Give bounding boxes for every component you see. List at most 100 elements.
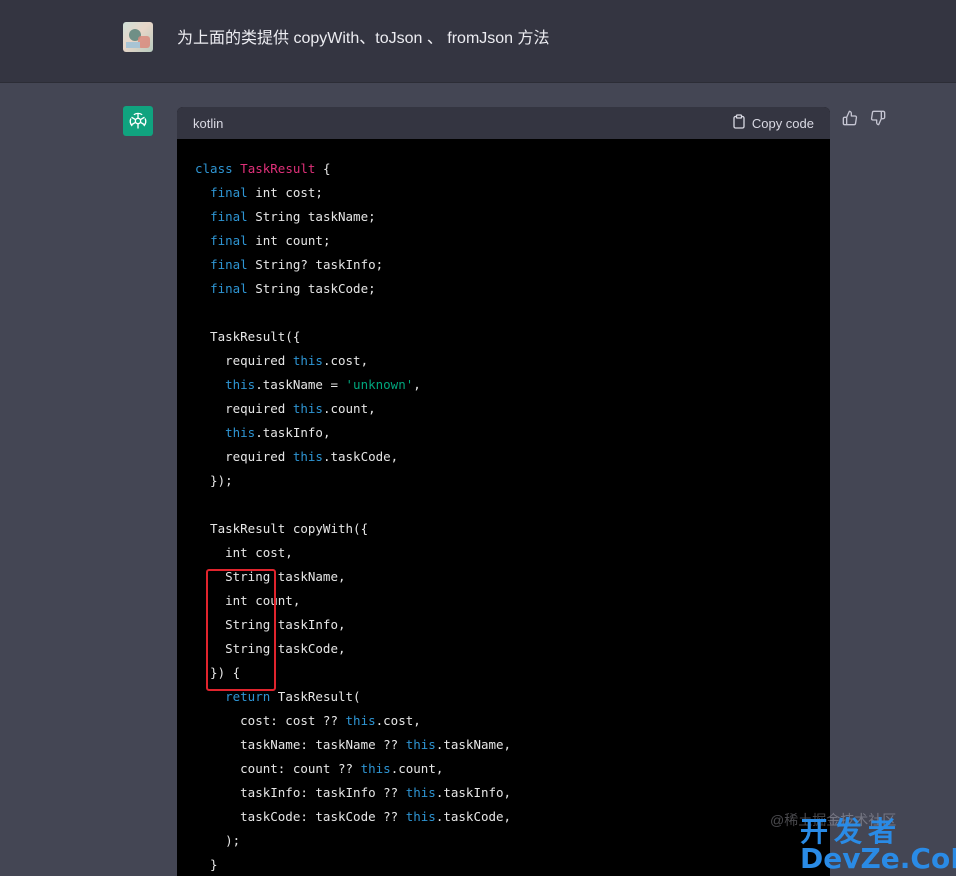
code-line: cost: cost ?? this.cost, xyxy=(195,709,830,733)
code-token: .taskInfo, xyxy=(255,425,331,440)
code-token: .count, xyxy=(390,761,444,776)
code-token: , xyxy=(413,377,421,392)
code-token: TaskResult xyxy=(240,161,316,176)
code-token: int cost, xyxy=(195,545,293,560)
code-token: final xyxy=(210,233,248,248)
code-header: kotlin Copy code xyxy=(177,107,830,139)
code-line: final int count; xyxy=(195,229,830,253)
code-token: }); xyxy=(195,473,233,488)
code-token: .taskInfo, xyxy=(435,785,512,800)
code-token: taskCode: taskCode ?? xyxy=(195,809,406,824)
code-token: 'unknown' xyxy=(345,377,414,392)
code-token: this xyxy=(225,377,256,392)
code-line: this.taskInfo, xyxy=(195,421,830,445)
code-line: count: count ?? this.count, xyxy=(195,757,830,781)
code-token: .taskName = xyxy=(255,377,346,392)
code-block: kotlin Copy code class TaskResult { fina… xyxy=(177,107,830,876)
code-line: String taskCode, xyxy=(195,637,830,661)
code-line: final int cost; xyxy=(195,181,830,205)
code-token: taskName: taskName ?? xyxy=(195,737,406,752)
code-line: taskName: taskName ?? this.taskName, xyxy=(195,733,830,757)
watermark-logo-bottom: DevZe.CoM xyxy=(800,842,956,875)
openai-logo-icon xyxy=(123,106,153,136)
code-token: .taskCode, xyxy=(435,809,512,824)
code-line: final String? taskInfo; xyxy=(195,253,830,277)
code-line: required this.cost, xyxy=(195,349,830,373)
code-token: this xyxy=(292,449,323,464)
code-token: ); xyxy=(195,833,241,848)
copy-code-button[interactable]: Copy code xyxy=(732,114,814,132)
code-body: class TaskResult { final int cost; final… xyxy=(177,139,830,876)
code-token: final xyxy=(210,209,248,224)
thumbs-down-icon[interactable] xyxy=(870,110,886,126)
code-line: int cost, xyxy=(195,541,830,565)
code-token: final xyxy=(210,281,248,296)
code-token: required xyxy=(195,449,293,464)
code-token: .cost, xyxy=(322,353,369,368)
code-line: required this.taskCode, xyxy=(195,445,830,469)
code-token: String taskCode; xyxy=(247,281,376,296)
code-token: { xyxy=(315,161,331,176)
code-line: }); xyxy=(195,469,830,493)
code-line: final String taskName; xyxy=(195,205,830,229)
code-token: this xyxy=(405,737,436,752)
code-line: required this.count, xyxy=(195,397,830,421)
code-token: return xyxy=(225,689,271,704)
code-line: String taskName, xyxy=(195,565,830,589)
code-token: .taskCode, xyxy=(322,449,399,464)
code-line: this.taskName = 'unknown', xyxy=(195,373,830,397)
code-token: int count; xyxy=(247,233,331,248)
user-avatar xyxy=(123,22,153,52)
code-token: TaskResult( xyxy=(270,689,361,704)
code-line: return TaskResult( xyxy=(195,685,830,709)
code-token: String taskName; xyxy=(247,209,376,224)
code-token: taskInfo: taskInfo ?? xyxy=(195,785,406,800)
code-token: count: count ?? xyxy=(195,761,361,776)
code-line: } xyxy=(195,853,830,876)
thumbs-up-icon[interactable] xyxy=(842,110,858,126)
code-line: final String taskCode; xyxy=(195,277,830,301)
code-token: class xyxy=(195,161,233,176)
user-message-text: 为上面的类提供 copyWith、toJson 、 fromJson 方法 xyxy=(177,30,550,47)
code-token: } xyxy=(195,857,218,872)
code-token: this xyxy=(292,353,323,368)
feedback-buttons xyxy=(842,110,886,126)
code-token: final xyxy=(210,257,248,272)
code-line: TaskResult({ xyxy=(195,325,830,349)
code-token: final xyxy=(210,185,248,200)
code-token: TaskResult({ xyxy=(195,329,301,344)
code-line: }) { xyxy=(195,661,830,685)
code-line: class TaskResult { xyxy=(195,157,830,181)
watermark-logo: 开发者 DevZe.CoM xyxy=(800,810,956,875)
highlight-annotation-box xyxy=(206,569,276,691)
copy-code-label: Copy code xyxy=(751,115,814,131)
code-token: required xyxy=(195,353,293,368)
code-token: .cost, xyxy=(375,713,421,728)
code-line: ); xyxy=(195,829,830,853)
code-content: class TaskResult { final int cost; final… xyxy=(177,151,830,876)
code-token: this xyxy=(225,425,256,440)
code-token: this xyxy=(360,761,391,776)
code-token: TaskResult copyWith({ xyxy=(195,521,369,536)
code-language-label: kotlin xyxy=(193,115,224,131)
code-token: this xyxy=(345,713,376,728)
code-token: this xyxy=(405,785,436,800)
code-token: cost: cost ?? xyxy=(195,713,346,728)
code-token: .count, xyxy=(322,401,376,416)
code-line: taskInfo: taskInfo ?? this.taskInfo, xyxy=(195,781,830,805)
code-token: int cost; xyxy=(247,185,323,200)
code-line: TaskResult copyWith({ xyxy=(195,517,830,541)
code-line: String taskInfo, xyxy=(195,613,830,637)
code-token: this xyxy=(405,809,436,824)
code-line: taskCode: taskCode ?? this.taskCode, xyxy=(195,805,830,829)
clipboard-icon xyxy=(732,114,746,132)
code-token: .taskName, xyxy=(435,737,512,752)
code-token: this xyxy=(292,401,323,416)
